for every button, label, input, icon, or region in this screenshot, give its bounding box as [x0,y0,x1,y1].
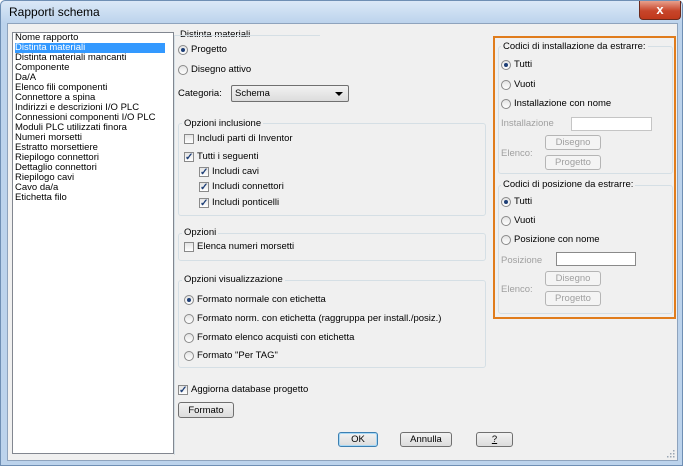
categoria-label: Categoria: [178,88,222,99]
formato-normale-radio[interactable] [184,295,194,305]
categoria-value: Schema [235,88,270,99]
installazione-input[interactable] [571,117,652,131]
chevron-down-icon [335,92,343,96]
posizione-vuoti-radio[interactable] [501,216,511,226]
progetto-radio[interactable] [178,45,188,55]
posizione-vuoti-label: Vuoti [514,215,536,226]
includi-connettori-label: Includi connettori [212,181,284,192]
window-title: Rapporti schema [9,5,100,19]
opzioni-label: Opzioni [182,227,219,238]
includi-cavi-checkbox[interactable]: ✓ [199,167,209,178]
formato-raggruppa-radio[interactable] [184,314,194,324]
posizione-progetto-button[interactable]: Progetto [545,291,601,306]
installazione-disegno-button[interactable]: Disegno [545,135,601,150]
posizione-tutti-label: Tutti [514,196,533,207]
posizione-tutti-radio[interactable] [501,197,511,207]
posizione-field-label: Posizione [501,255,543,266]
title-bar[interactable]: Rapporti schema x [1,1,682,23]
installazione-tutti-label: Tutti [514,59,533,70]
ok-button[interactable]: OK [338,432,378,447]
formato-acquisti-radio[interactable] [184,333,194,343]
formato-per-tag-radio[interactable] [184,351,194,361]
disegno-attivo-label: Disegno attivo [191,64,252,75]
annulla-button[interactable]: Annulla [400,432,452,447]
formato-button[interactable]: Formato [178,402,234,418]
installazione-field-label: Installazione [501,118,554,129]
opzioni-inclusione-label: Opzioni inclusione [182,118,264,129]
distinta-divider [174,35,320,36]
dialog-client-area: Nome rapporto Distinta materiali Distint… [7,23,678,461]
progetto-label: Progetto [191,44,227,55]
includi-cavi-label: Includi cavi [212,166,259,177]
categoria-dropdown[interactable]: Schema [231,85,349,102]
center-left-divider [174,35,175,455]
installazione-vuoti-label: Vuoti [514,79,536,90]
visualizzazione-label: Opzioni visualizzazione [182,274,285,285]
includi-ponticelli-label: Includi ponticelli [212,197,280,208]
includi-inventor-checkbox[interactable] [184,134,194,144]
includi-connettori-checkbox[interactable]: ✓ [199,182,209,193]
resize-grip-icon[interactable] [665,448,675,458]
tutti-seguenti-label: Tutti i seguenti [197,151,259,162]
posizione-elenco-label: Elenco: [501,284,533,295]
includi-ponticelli-checkbox[interactable]: ✓ [199,198,209,209]
aggiorna-database-label: Aggiorna database progetto [191,384,309,395]
elenca-morsetti-label: Elenca numeri morsetti [197,241,295,252]
installazione-elenco-label: Elenco: [501,148,533,159]
formato-normale-label: Formato normale con etichetta [197,294,326,305]
report-item-etichetta-filo[interactable]: Etichetta filo [15,193,67,203]
installazione-tutti-radio[interactable] [501,60,511,70]
installazione-progetto-button[interactable]: Progetto [545,155,601,170]
formato-acquisti-label: Formato elenco acquisti con etichetta [197,332,355,343]
disegno-attivo-radio[interactable] [178,65,188,75]
report-listbox[interactable]: Nome rapporto Distinta materiali Distint… [12,32,174,454]
includi-inventor-label: Includi parti di Inventor [197,133,293,144]
installazione-label: Codici di installazione da estrarre: [501,41,648,52]
formato-raggruppa-label: Formato norm. con etichetta (raggruppa p… [197,313,442,324]
posizione-con-nome-radio[interactable] [501,235,511,245]
posizione-label: Codici di posizione da estrarre: [501,179,636,190]
help-button[interactable]: ? [476,432,513,447]
formato-per-tag-label: Formato "Per TAG" [197,350,278,361]
posizione-con-nome-label: Posizione con nome [514,234,600,245]
aggiorna-database-checkbox[interactable]: ✓ [178,385,188,396]
installazione-vuoti-radio[interactable] [501,80,511,90]
posizione-input[interactable] [556,252,636,266]
dialog-window: Rapporti schema x Nome rapporto Distinta… [0,0,683,466]
posizione-disegno-button[interactable]: Disegno [545,271,601,286]
installazione-con-nome-label: Installazione con nome [514,98,612,109]
tutti-seguenti-checkbox[interactable]: ✓ [184,152,194,163]
close-button[interactable]: x [639,1,681,20]
installazione-con-nome-radio[interactable] [501,99,511,109]
elenca-morsetti-checkbox[interactable] [184,242,194,252]
